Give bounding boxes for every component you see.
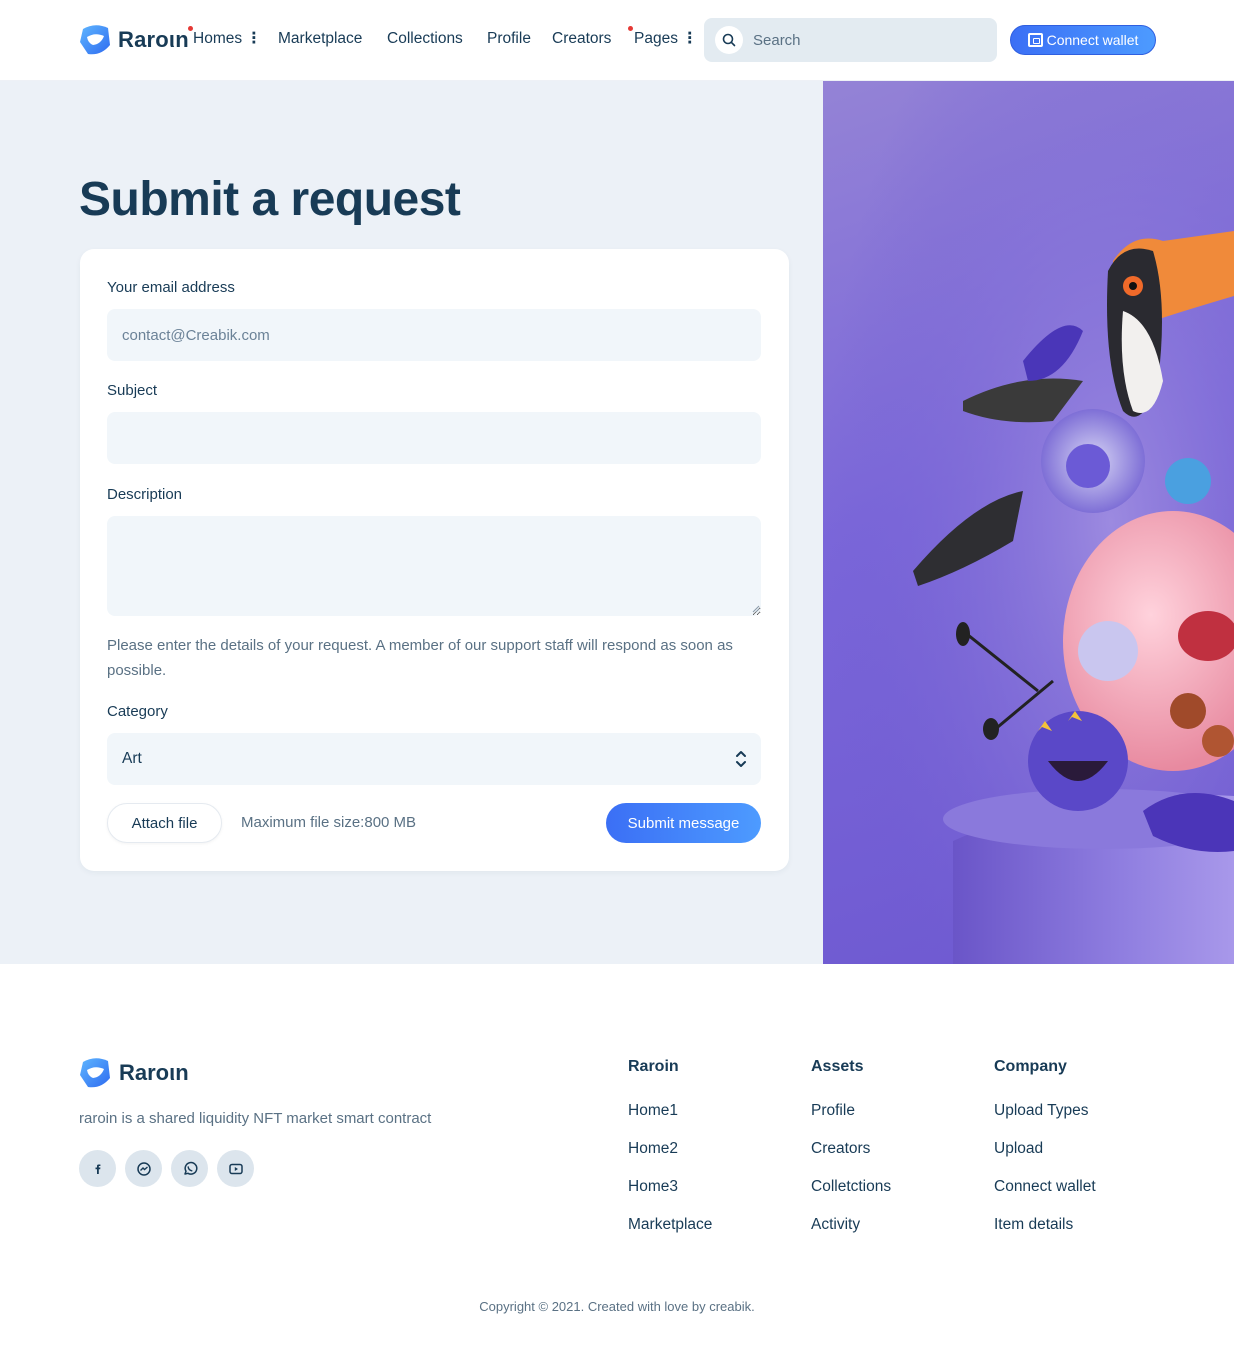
footer-link[interactable]: Profile bbox=[811, 1101, 891, 1139]
footer-link[interactable]: Home1 bbox=[628, 1101, 712, 1139]
brand-name: Raroιn bbox=[118, 27, 189, 52]
wallet-icon bbox=[1027, 33, 1043, 47]
category-label: Category bbox=[107, 703, 168, 720]
footer-link[interactable]: Item details bbox=[994, 1215, 1096, 1253]
nav-homes-label: Homes bbox=[193, 30, 243, 47]
request-form-card: Your email address Subject Description P… bbox=[80, 249, 789, 871]
category-selected-value: Art bbox=[122, 750, 142, 767]
resize-handle-icon[interactable] bbox=[752, 605, 760, 613]
nft-artwork-image bbox=[823, 81, 1234, 964]
search-icon[interactable] bbox=[715, 26, 743, 54]
nav-pages-label: Pages bbox=[634, 30, 678, 47]
nav-creators[interactable]: Creators bbox=[552, 29, 611, 49]
footer-link[interactable]: Marketplace bbox=[628, 1215, 712, 1253]
subject-label: Subject bbox=[107, 382, 158, 399]
footer-link[interactable]: Colletctions bbox=[811, 1177, 891, 1215]
footer-column-raroin: Raroin Home1 Home2 Home3 Marketplace bbox=[628, 1058, 712, 1253]
copyright-text: Copyright © 2021. Created with love by c… bbox=[479, 1299, 755, 1314]
nav-profile[interactable]: Profile bbox=[487, 29, 531, 49]
footer-column-title: Company bbox=[994, 1058, 1067, 1075]
subject-field[interactable] bbox=[107, 412, 761, 464]
whatsapp-icon[interactable] bbox=[171, 1150, 208, 1187]
max-file-size-text: Maximum file size:800 MB bbox=[241, 814, 417, 831]
footer-column-company: Company Upload Types Upload Connect wall… bbox=[994, 1058, 1096, 1253]
footer-column-title: Raroin bbox=[628, 1058, 679, 1075]
footer-column-assets: Assets Profile Creators Colletctions Act… bbox=[811, 1058, 891, 1253]
youtube-icon[interactable] bbox=[217, 1150, 254, 1187]
nav-marketplace[interactable]: Marketplace bbox=[278, 29, 362, 49]
select-caret-icon bbox=[736, 751, 746, 767]
footer-link[interactable]: Connect wallet bbox=[994, 1177, 1096, 1215]
search-input[interactable] bbox=[753, 31, 973, 49]
footer-link[interactable]: Upload bbox=[994, 1139, 1096, 1177]
facebook-icon[interactable] bbox=[79, 1150, 116, 1187]
search-bar bbox=[704, 18, 997, 62]
submit-message-button[interactable]: Submit message bbox=[606, 803, 761, 843]
brand-logo[interactable]: Raroιn bbox=[79, 23, 189, 57]
social-links bbox=[79, 1150, 254, 1187]
footer-brand-name: Raroιn bbox=[119, 1060, 189, 1085]
connect-wallet-label: Connect wallet bbox=[1046, 32, 1139, 48]
email-label: Your email address bbox=[107, 279, 235, 296]
footer-link[interactable]: Upload Types bbox=[994, 1101, 1096, 1139]
messenger-icon[interactable] bbox=[125, 1150, 162, 1187]
more-vertical-icon: ⋮ bbox=[246, 30, 262, 47]
description-field[interactable] bbox=[107, 516, 761, 616]
category-select[interactable]: Art bbox=[107, 733, 761, 785]
hero-illustration bbox=[823, 81, 1234, 964]
footer-link[interactable]: Home3 bbox=[628, 1177, 712, 1215]
footer-link[interactable]: Creators bbox=[811, 1139, 891, 1177]
attach-file-button[interactable]: Attach file bbox=[107, 803, 222, 843]
email-field[interactable] bbox=[107, 309, 761, 361]
nav-pages[interactable]: Pages ⋮ bbox=[634, 29, 697, 49]
nav-collections[interactable]: Collections bbox=[387, 29, 463, 49]
help-text: Please enter the details of your request… bbox=[107, 637, 733, 679]
nav-homes[interactable]: Homes ⋮ bbox=[193, 29, 262, 49]
logo-icon bbox=[80, 1058, 110, 1088]
footer-tagline: raroin is a shared liquidity NFT market … bbox=[79, 1110, 432, 1127]
more-vertical-icon: ⋮ bbox=[681, 30, 698, 47]
notification-dot bbox=[628, 26, 633, 31]
description-label: Description bbox=[107, 486, 183, 503]
footer-column-title: Assets bbox=[811, 1058, 864, 1075]
site-header: Raroιn Homes ⋮ Marketplace Collections Pr… bbox=[0, 0, 1234, 81]
logo-icon bbox=[80, 25, 110, 55]
page-title: Submit a request bbox=[79, 173, 461, 226]
footer-link[interactable]: Home2 bbox=[628, 1139, 712, 1177]
footer-logo[interactable]: Raroιn bbox=[79, 1056, 189, 1090]
connect-wallet-button[interactable]: Connect wallet bbox=[1010, 25, 1156, 55]
footer-link[interactable]: Activity bbox=[811, 1215, 891, 1253]
